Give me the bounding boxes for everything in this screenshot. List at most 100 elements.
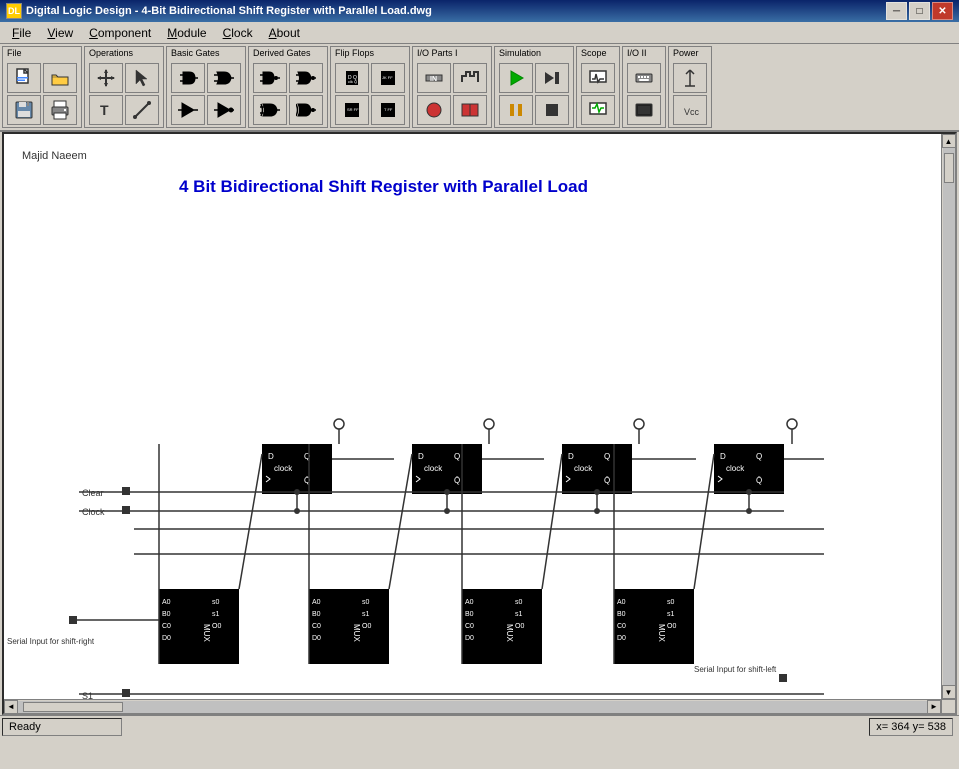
svg-text:clock: clock (574, 464, 593, 473)
run-button[interactable] (499, 63, 533, 93)
basic-gates-row2 (171, 95, 241, 125)
vertical-scrollbar[interactable]: ▲ ▼ (941, 134, 955, 699)
scroll-right-button[interactable]: ► (927, 700, 941, 714)
window-title: Digital Logic Design - 4-Bit Bidirection… (26, 5, 886, 17)
menu-bar: File View Component Module Clock About (0, 22, 959, 44)
nor-gate-button[interactable] (289, 63, 323, 93)
scroll-down-button[interactable]: ▼ (942, 685, 956, 699)
svg-text:clock: clock (424, 464, 443, 473)
stop-button[interactable] (535, 95, 569, 125)
file-buttons-row1 (7, 63, 77, 93)
toolbar-group-basic-gates: Basic Gates (166, 46, 246, 128)
dff-button[interactable]: D Qclk Q̄ (335, 63, 369, 93)
toolbar-label-io: I/O Parts I (417, 48, 458, 58)
scroll-track-h (18, 701, 927, 713)
clear-label: Clear (82, 488, 104, 498)
scope-row1 (581, 63, 615, 93)
srff-button[interactable]: SR FF (335, 95, 369, 125)
inv-triangle-button[interactable] (207, 95, 241, 125)
triangle-gate-button[interactable] (171, 95, 205, 125)
keyboard-btn[interactable] (627, 63, 661, 93)
menu-file[interactable]: File (4, 24, 39, 42)
svg-text:Vcc: Vcc (684, 107, 700, 117)
menu-view[interactable]: View (39, 24, 81, 42)
sim-row2 (499, 95, 569, 125)
svg-text:s0: s0 (667, 599, 675, 606)
or-gate-button[interactable] (207, 63, 241, 93)
svg-text:D0: D0 (162, 635, 171, 642)
scroll-track-v (943, 148, 955, 685)
pause-button[interactable] (499, 95, 533, 125)
toolbar-label-derived-gates: Derived Gates (253, 48, 311, 58)
scope-btn1[interactable] (581, 63, 615, 93)
mux1 (159, 589, 239, 664)
wire-button[interactable] (125, 95, 159, 125)
svg-text:D: D (418, 452, 424, 461)
save-button[interactable] (7, 95, 41, 125)
svg-text:MUX: MUX (505, 624, 514, 642)
io-row1: IN (417, 63, 487, 93)
clock-btn[interactable] (453, 63, 487, 93)
jkff-button[interactable]: JK FF (371, 63, 405, 93)
and-gate-button[interactable] (171, 63, 205, 93)
scroll-left-button[interactable]: ◄ (4, 700, 18, 714)
status-bar: Ready x= 364 y= 538 (0, 715, 959, 737)
scroll-thumb-v[interactable] (944, 153, 954, 183)
input-button[interactable]: IN (417, 63, 451, 93)
vcc-btn[interactable] (673, 63, 707, 93)
step-button[interactable] (535, 63, 569, 93)
close-button[interactable]: ✕ (932, 2, 953, 20)
svg-text:B0: B0 (465, 611, 474, 618)
move-button[interactable] (89, 63, 123, 93)
new-button[interactable] (7, 63, 41, 93)
nand-gate-button[interactable] (253, 63, 287, 93)
scroll-up-button[interactable]: ▲ (942, 134, 956, 148)
minimize-button[interactable]: ─ (886, 2, 907, 20)
scroll-thumb-h[interactable] (23, 702, 123, 712)
svg-text:T FF: T FF (384, 107, 393, 112)
ops-buttons-row2: T (89, 95, 159, 125)
select-button[interactable] (125, 63, 159, 93)
svg-text:IN: IN (430, 76, 437, 83)
xor-gate-button[interactable] (253, 95, 287, 125)
derived-gates-row2 (253, 95, 323, 125)
svg-text:Q̄: Q̄ (454, 476, 460, 485)
tff-button[interactable]: T FF (371, 95, 405, 125)
gnd-btn[interactable]: Vcc (673, 95, 707, 125)
status-coords: x= 364 y= 538 (869, 718, 953, 736)
print-button[interactable] (43, 95, 77, 125)
menu-about[interactable]: About (261, 24, 308, 42)
open-button[interactable] (43, 63, 77, 93)
maximize-button[interactable]: □ (909, 2, 930, 20)
xnor-gate-button[interactable] (289, 95, 323, 125)
svg-text:s1: s1 (515, 611, 523, 618)
svg-text:A0: A0 (617, 599, 626, 606)
probe-button[interactable] (417, 95, 451, 125)
io2-row2 (627, 95, 661, 125)
mux3 (462, 589, 542, 664)
toolbar-label-basic-gates: Basic Gates (171, 48, 220, 58)
scope-btn2[interactable] (581, 95, 615, 125)
clock-input-box (122, 506, 130, 514)
ff-row1: D Qclk Q̄ JK FF (335, 63, 405, 93)
svg-text:B0: B0 (617, 611, 626, 618)
serial-right-label: Serial Input for shift-right (7, 637, 95, 646)
menu-module[interactable]: Module (159, 24, 214, 42)
svg-text:MUX: MUX (657, 624, 666, 642)
menu-component[interactable]: Component (81, 24, 159, 42)
display-button[interactable] (453, 95, 487, 125)
toolbar-label-scope: Scope (581, 48, 607, 58)
svg-text:s1: s1 (212, 611, 220, 618)
text-button[interactable]: T (89, 95, 123, 125)
horizontal-scrollbar[interactable]: ◄ ► (4, 699, 941, 713)
menu-clock[interactable]: Clock (215, 24, 261, 42)
io-row2 (417, 95, 487, 125)
toolbar-group-derived-gates: Derived Gates (248, 46, 328, 128)
svg-text:C0: C0 (465, 623, 474, 630)
display2-btn[interactable] (627, 95, 661, 125)
toolbar-group-flipflops: Flip Flops D Qclk Q̄ JK FF SR FF T FF (330, 46, 410, 128)
title-bar: DL Digital Logic Design - 4-Bit Bidirect… (0, 0, 959, 22)
canvas-area[interactable]: Majid Naeem 4 Bit Bidirectional Shift Re… (2, 132, 957, 715)
svg-text:SR FF: SR FF (347, 107, 359, 112)
svg-text:O0: O0 (362, 623, 371, 630)
